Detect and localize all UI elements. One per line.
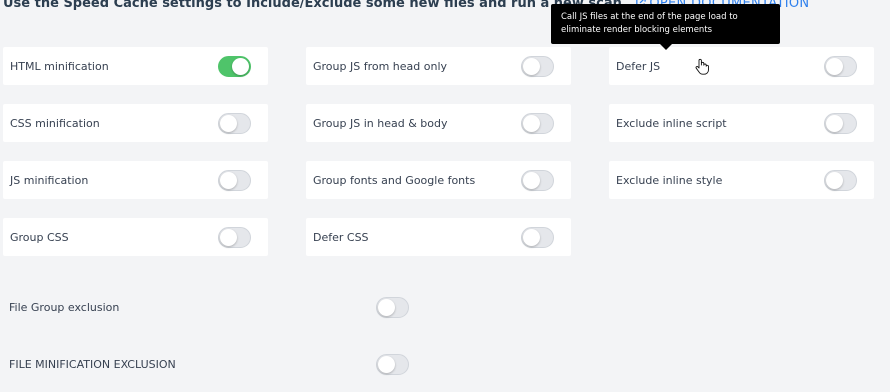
setting-group-js-head-body: Group JS in head & body: [306, 104, 571, 142]
js-minification-toggle[interactable]: [218, 169, 251, 191]
setting-label: JS minification: [10, 173, 89, 187]
file-group-exclusion-label: File Group exclusion: [9, 300, 120, 314]
group-fonts-toggle[interactable]: [521, 169, 554, 191]
setting-group-css: Group CSS: [3, 218, 268, 256]
setting-js-minification: JS minification: [3, 161, 268, 199]
setting-exclude-inline-style: Exclude inline style: [609, 161, 874, 199]
setting-label: Exclude inline style: [616, 173, 723, 187]
setting-label: Group JS in head & body: [313, 116, 448, 130]
file-minification-exclusion-toggle[interactable]: [376, 353, 409, 375]
group-js-head-only-toggle[interactable]: [521, 55, 554, 77]
setting-html-minification: HTML minification: [3, 47, 268, 85]
exclude-inline-script-toggle[interactable]: [824, 112, 857, 134]
setting-label: Defer CSS: [313, 230, 369, 244]
css-minification-toggle[interactable]: [218, 112, 251, 134]
file-group-exclusion-row: File Group exclusion: [9, 295, 409, 319]
group-css-toggle[interactable]: [218, 226, 251, 248]
group-js-head-body-toggle[interactable]: [521, 112, 554, 134]
setting-label: Defer JS: [616, 59, 661, 73]
defer-js-toggle[interactable]: [824, 55, 857, 77]
file-minification-exclusion-row: FILE MINIFICATION EXCLUSION: [9, 352, 409, 376]
setting-group-fonts: Group fonts and Google fonts: [306, 161, 571, 199]
setting-label: Group CSS: [10, 230, 69, 244]
setting-label: CSS minification: [10, 116, 100, 130]
html-minification-toggle[interactable]: [218, 55, 251, 77]
setting-defer-js: Defer JS: [609, 47, 874, 85]
tooltip-arrow: [660, 44, 672, 50]
setting-label: Group JS from head only: [313, 59, 448, 73]
setting-group-js-head-only: Group JS from head only: [306, 47, 571, 85]
tooltip-text: Call JS files at the end of the page loa…: [561, 12, 738, 35]
intro-message: Use the Speed Cache settings to Include/…: [3, 0, 627, 11]
file-group-exclusion-toggle[interactable]: [376, 296, 409, 318]
exclude-inline-style-toggle[interactable]: [824, 169, 857, 191]
setting-css-minification: CSS minification: [3, 104, 268, 142]
file-minification-exclusion-label: FILE MINIFICATION EXCLUSION: [9, 357, 176, 371]
defer-css-toggle[interactable]: [521, 226, 554, 248]
setting-exclude-inline-script: Exclude inline script: [609, 104, 874, 142]
setting-defer-css: Defer CSS: [306, 218, 571, 256]
defer-js-tooltip: Call JS files at the end of the page loa…: [551, 4, 780, 44]
setting-label: Exclude inline script: [616, 116, 727, 130]
setting-label: Group fonts and Google fonts: [313, 173, 476, 187]
hand-cursor-icon: [695, 58, 709, 75]
setting-label: HTML minification: [10, 59, 109, 73]
